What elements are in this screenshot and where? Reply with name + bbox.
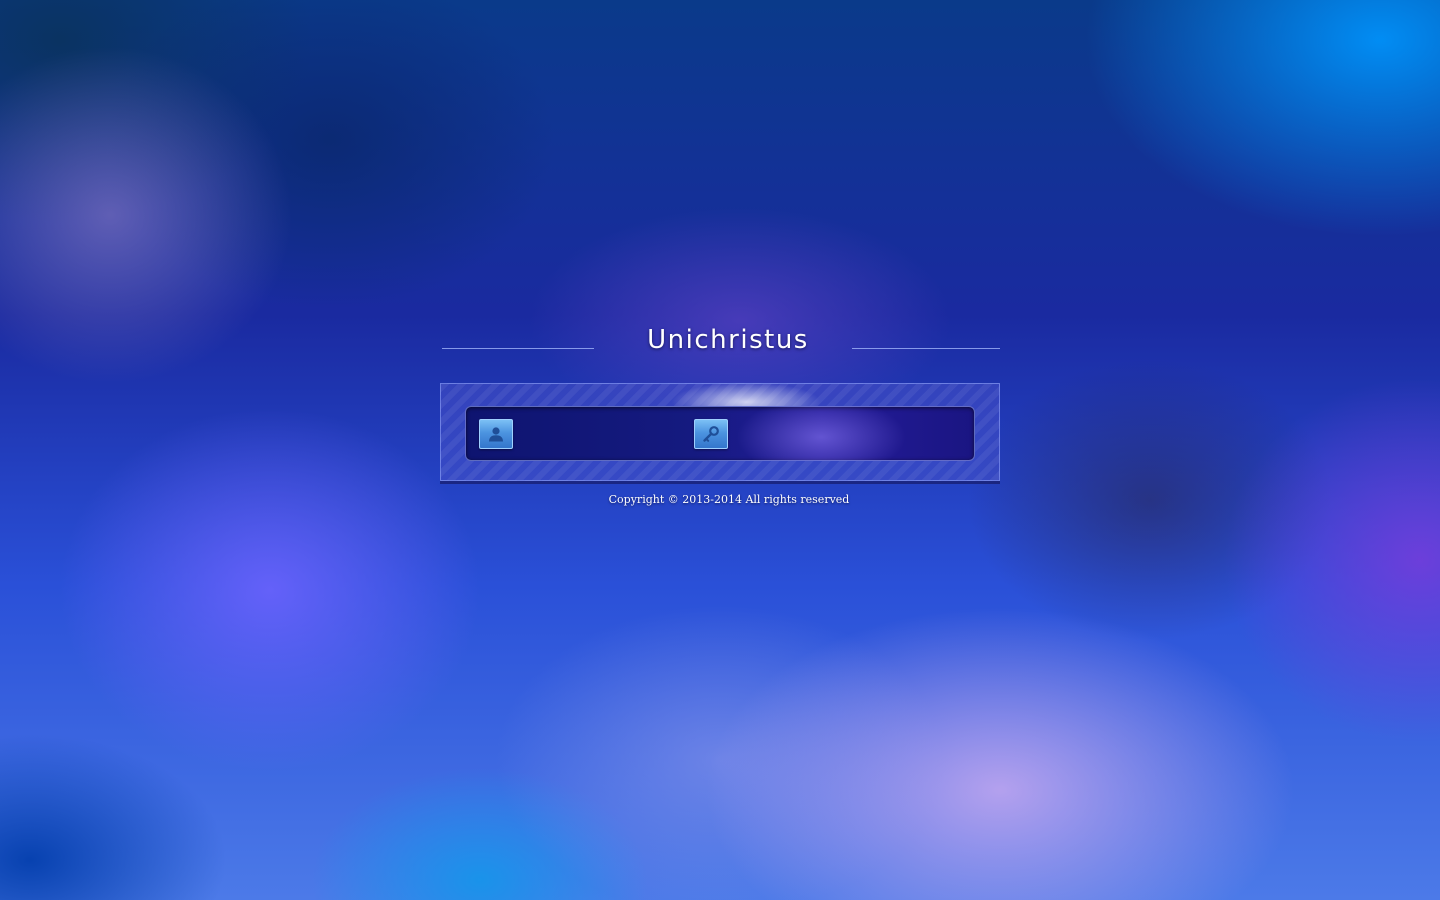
login-panel — [440, 382, 1000, 481]
username-field[interactable] — [479, 418, 704, 449]
password-field[interactable] — [694, 418, 962, 449]
login-field-bar — [465, 406, 975, 461]
copyright-text: Copyright © 2013-2014 All rights reserve… — [608, 493, 850, 506]
username-input[interactable] — [519, 418, 704, 449]
app-title: Unichristus — [647, 325, 809, 355]
user-icon — [479, 418, 513, 449]
key-icon — [694, 418, 728, 449]
title-area: Unichristus — [440, 325, 1000, 365]
password-input[interactable] — [734, 418, 962, 449]
title-divider-right — [852, 348, 1000, 349]
